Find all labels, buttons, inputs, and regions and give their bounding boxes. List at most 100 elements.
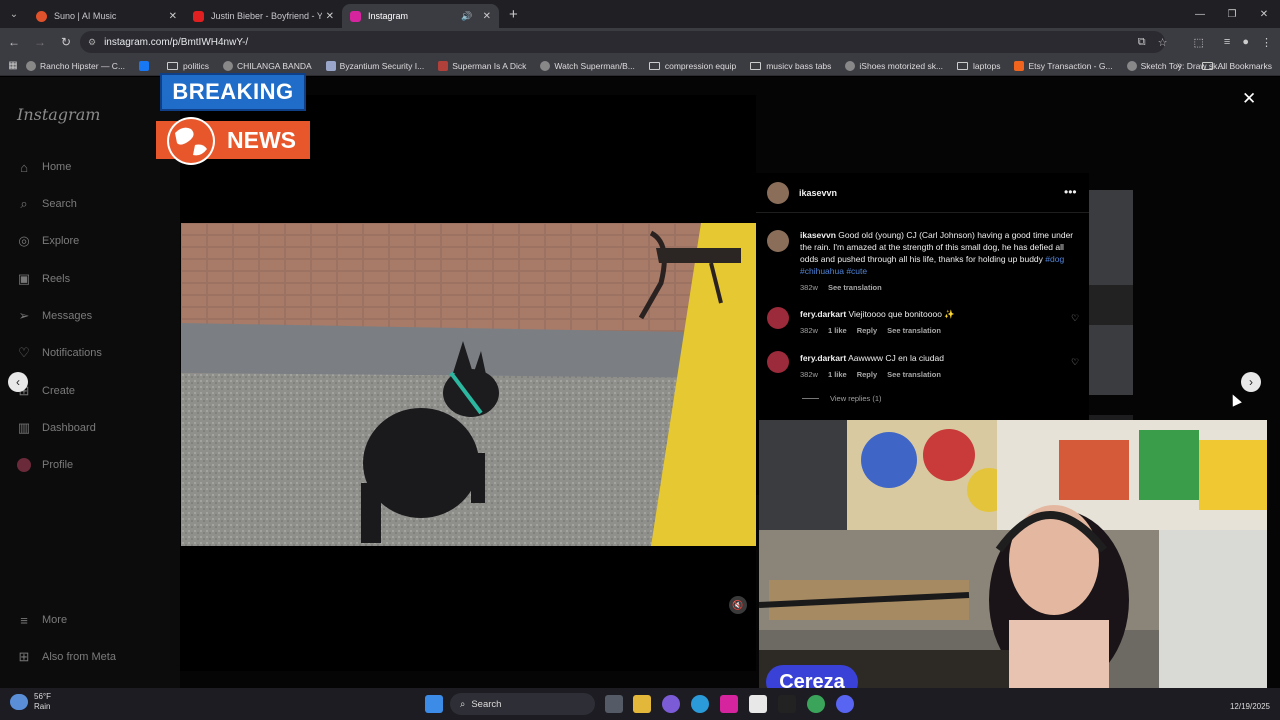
superman-icon [438, 60, 449, 71]
site-info-icon[interactable]: ⚙ [88, 37, 96, 48]
see-translation-link[interactable]: See translation [828, 283, 882, 292]
comment-likes[interactable]: 1 like [828, 370, 847, 379]
task-view-icon[interactable] [605, 695, 623, 713]
author-username[interactable]: ikasevvn [799, 188, 837, 198]
like-heart-icon[interactable]: ♡ [1071, 313, 1079, 324]
like-heart-icon[interactable]: ♡ [1071, 357, 1079, 368]
profile-avatar-icon [16, 457, 32, 473]
reels-icon: ▣ [17, 271, 31, 286]
bookmark-item[interactable]: Superman Is A Dick [438, 60, 527, 71]
caption-avatar[interactable] [767, 230, 789, 252]
sidebar-item-notifications[interactable]: ♡ Notifications [16, 345, 102, 361]
forward-icon[interactable]: → [28, 35, 52, 49]
bookmark-item[interactable]: Byzantium Security I... [325, 60, 425, 71]
see-translation-link[interactable]: See translation [887, 370, 941, 379]
globe-icon [540, 60, 551, 71]
view-replies-button[interactable]: View replies (1) [830, 394, 882, 403]
minimize-icon[interactable]: — [1184, 9, 1216, 20]
author-avatar[interactable] [767, 182, 789, 204]
caption-username[interactable]: ikasevvn [800, 230, 836, 240]
bookmark-item[interactable] [139, 60, 153, 71]
extensions-icon[interactable]: ⬚ [1194, 36, 1204, 49]
comment-avatar[interactable] [767, 307, 789, 329]
close-window-icon[interactable]: ✕ [1248, 9, 1280, 20]
taskbar-date[interactable]: 12/19/2025 [1230, 702, 1270, 711]
post-video[interactable] [181, 223, 756, 546]
comment-text: fery.darkart Viejitoooo que bonitoooo ✨ [800, 308, 1060, 320]
bookmark-label: Byzantium Security I... [339, 60, 425, 71]
sidebar-item-messages[interactable]: ➢ Messages [16, 308, 93, 324]
tab-search-icon[interactable]: ⌄ [0, 0, 28, 28]
bookmark-label: Superman Is A Dick [452, 60, 527, 71]
sidebar-item-home[interactable]: ⌂ Home [16, 159, 71, 175]
bookmark-item[interactable]: CHILANGA BANDA [223, 60, 312, 71]
all-bookmarks-folder[interactable]: All Bookmarks [1201, 61, 1272, 71]
address-bar[interactable]: ⚙ instagram.com/p/BmtIWH4nwY-/ [80, 31, 1165, 53]
comment-username[interactable]: fery.darkart [800, 353, 846, 363]
reload-icon[interactable]: ↻ [54, 35, 78, 49]
next-post-preview[interactable] [1089, 190, 1133, 395]
back-icon[interactable]: ← [2, 35, 26, 49]
url-text: instagram.com/p/BmtIWH4nwY-/ [104, 36, 249, 48]
sidebar-item-explore[interactable]: ◎ Explore [16, 233, 79, 249]
discord-icon[interactable] [836, 695, 854, 713]
more-options-icon[interactable]: ••• [1064, 185, 1077, 199]
apps-grid-icon[interactable]: ▦ [0, 60, 26, 71]
comment-avatar[interactable] [767, 351, 789, 373]
bookmark-folder[interactable]: laptops [957, 61, 1000, 71]
notepad-icon[interactable] [749, 695, 767, 713]
bookmark-star-icon[interactable]: ☆ [1158, 36, 1168, 49]
sidebar-item-dashboard[interactable]: ▥ Dashboard [16, 420, 96, 436]
profile-avatar-icon[interactable]: ● [1242, 36, 1249, 48]
instagram-logo[interactable]: Instagram [17, 105, 100, 124]
taskbar-search[interactable]: ⌕ Search [450, 693, 595, 715]
comment-likes[interactable]: 1 like [828, 326, 847, 335]
bookmark-item[interactable]: Rancho Hipster — C... [26, 60, 125, 71]
mute-button[interactable]: 🔇 [729, 596, 747, 614]
close-tab-icon[interactable]: ✕ [483, 11, 491, 22]
restore-icon[interactable]: ❐ [1216, 9, 1248, 20]
instagram-app-icon[interactable] [720, 695, 738, 713]
sidebar-item-also-from-meta[interactable]: ⊞ Also from Meta [16, 649, 116, 665]
windows-start-icon[interactable] [425, 695, 443, 713]
replies-divider [802, 398, 819, 399]
browser-menu-icon[interactable]: ⋮ [1261, 36, 1272, 49]
chrome-icon[interactable] [807, 695, 825, 713]
file-explorer-icon[interactable] [633, 695, 651, 713]
bookmark-item[interactable]: iShoes motorized sk... [845, 60, 943, 71]
sidebar-item-search[interactable]: ⌕ Search [16, 196, 77, 212]
close-tab-icon[interactable]: ✕ [326, 11, 334, 22]
bookmark-folder[interactable]: compression equip [648, 61, 736, 71]
chevron-left-icon[interactable]: ‹ [8, 372, 28, 392]
reply-button[interactable]: Reply [857, 370, 877, 379]
see-translation-link[interactable]: See translation [887, 326, 941, 335]
weather-widget[interactable]: 56°F Rain [10, 692, 51, 712]
chevron-right-icon[interactable]: › [1241, 372, 1261, 392]
bookmark-item[interactable]: Etsy Transaction - G... [1014, 60, 1113, 71]
sidebar-item-profile[interactable]: Profile [16, 457, 73, 473]
comment-username[interactable]: fery.darkart [800, 309, 846, 319]
sidebar-item-reels[interactable]: ▣ Reels [16, 271, 70, 287]
webcam-frame [759, 420, 1267, 705]
tab-suno[interactable]: Suno | AI Music ✕ [28, 4, 185, 28]
taskbar-search-label: Search [471, 698, 502, 710]
terminal-icon[interactable] [778, 695, 796, 713]
etsy-icon [1014, 60, 1025, 71]
reply-button[interactable]: Reply [857, 326, 877, 335]
install-app-icon[interactable]: ⧉ [1138, 36, 1146, 49]
folder-icon [167, 61, 179, 70]
close-icon[interactable]: ✕ [1242, 89, 1256, 109]
copilot-icon[interactable] [662, 695, 680, 713]
tab-instagram[interactable]: Instagram 🔊 ✕ [342, 4, 499, 28]
close-tab-icon[interactable]: ✕ [169, 11, 177, 22]
edge-icon[interactable] [691, 695, 709, 713]
media-controls-icon[interactable]: ≡ [1224, 36, 1230, 48]
new-tab-button[interactable]: + [509, 6, 518, 23]
bookmark-folder[interactable]: politics [167, 61, 209, 71]
more-bookmarks-icon[interactable]: » [1176, 60, 1182, 71]
sidebar-item-more[interactable]: ≡ More [16, 612, 67, 628]
bookmark-item[interactable]: Watch Superman/B... [540, 60, 635, 71]
speaker-icon[interactable]: 🔊 [461, 11, 472, 22]
bookmark-folder[interactable]: musicv bass tabs [750, 61, 831, 71]
tab-youtube[interactable]: Justin Bieber - Boyfriend - YouT ✕ [185, 4, 342, 28]
